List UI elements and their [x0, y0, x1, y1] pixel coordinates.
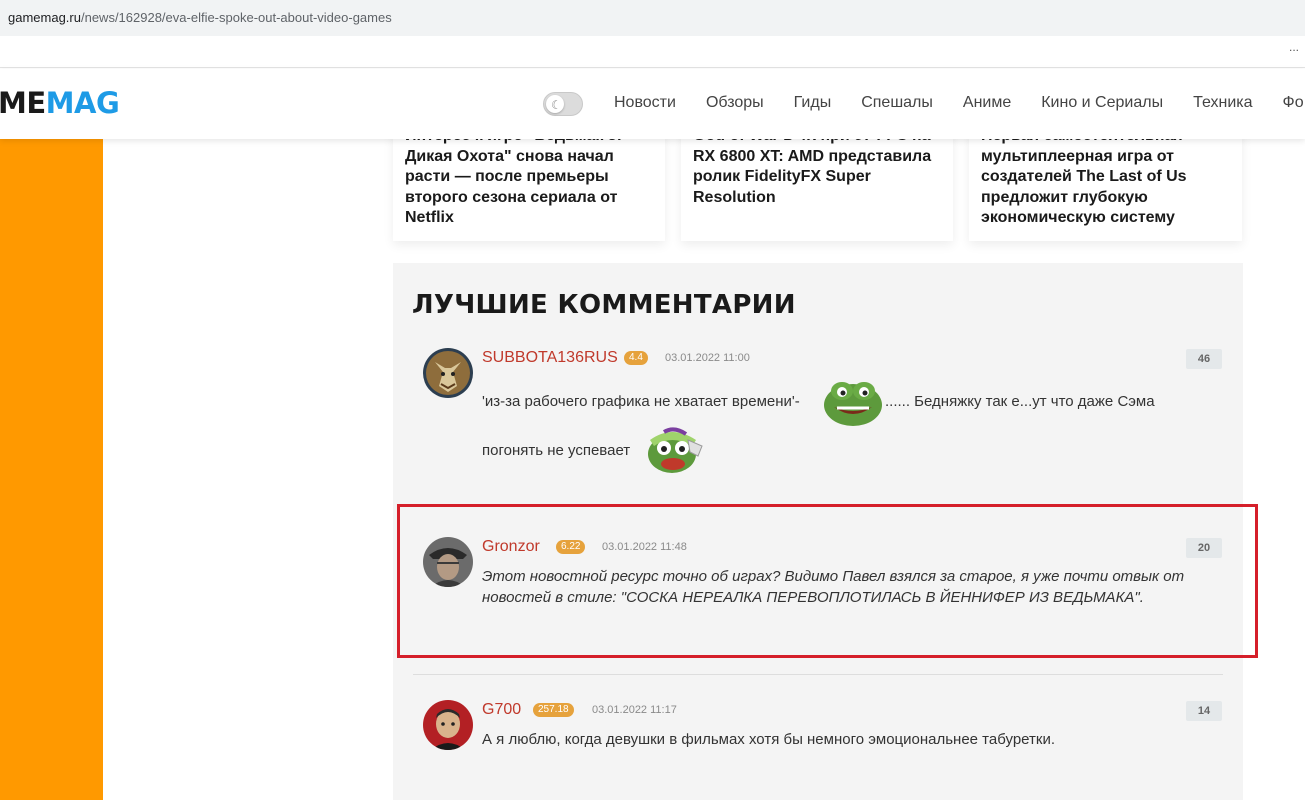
- best-comments-heading: ЛУЧШИЕ КОММЕНТАРИИ: [412, 290, 796, 320]
- comment-likes[interactable]: 14: [1186, 701, 1222, 721]
- pepe-joker-emoji: [644, 426, 706, 481]
- logo-dark-part: ME: [0, 86, 46, 120]
- comment-author[interactable]: G700: [482, 701, 521, 719]
- main-nav: Новости Обзоры Гиды Спешалы Аниме Кино и…: [614, 94, 1304, 112]
- nav-guides[interactable]: Гиды: [794, 94, 832, 112]
- nav-anime[interactable]: Аниме: [963, 94, 1011, 112]
- url-path: /news/162928/eva-elfie-spoke-out-about-v…: [80, 10, 392, 25]
- moon-icon: ☾: [551, 98, 562, 112]
- comment-text: 'из-за рабочего графика не хватает време…: [482, 393, 800, 410]
- article-title[interactable]: Первая самостоятельная мультиплеерная иг…: [981, 126, 1232, 229]
- toggle-knob: ☾: [546, 95, 564, 113]
- url-host: gamemag.ru: [8, 10, 81, 25]
- site-header: MEMAG ☾ Новости Обзоры Гиды Спешалы Аним…: [0, 69, 1305, 139]
- browser-address-bar[interactable]: gamemag.ru/news/162928/eva-elfie-spoke-o…: [0, 0, 1305, 36]
- comment-text: А я люблю, когда девушки в фильмах хотя …: [482, 731, 1055, 748]
- comment-author[interactable]: SUBBOTA136RUS: [482, 349, 618, 367]
- nav-movies-series[interactable]: Кино и Сериалы: [1041, 94, 1163, 112]
- browser-toolbar: ...: [0, 36, 1305, 68]
- comment-date: 03.01.2022 11:00: [665, 352, 750, 364]
- more-icon[interactable]: ...: [1289, 40, 1299, 54]
- site-logo[interactable]: MEMAG: [0, 86, 120, 120]
- nav-specials[interactable]: Спешалы: [861, 94, 933, 112]
- nav-news[interactable]: Новости: [614, 94, 676, 112]
- avatar[interactable]: [423, 700, 473, 750]
- author-rating-badge: 257.18: [533, 703, 574, 717]
- url-text[interactable]: gamemag.ru/news/162928/eva-elfie-spoke-o…: [8, 10, 392, 25]
- comment-text-continued: ...... Бедняжку так е...ут что даже Сэма: [885, 393, 1155, 410]
- comment-text-line2: погонять не успевает: [482, 442, 631, 459]
- theme-toggle[interactable]: ☾: [543, 92, 583, 116]
- avatar[interactable]: [423, 348, 473, 398]
- logo-blue-part: MAG: [45, 86, 120, 120]
- comment-date: 03.01.2022 11:17: [592, 704, 677, 716]
- pepe-frog-emoji: [822, 375, 884, 432]
- comment-likes[interactable]: 46: [1186, 349, 1222, 369]
- nav-reviews[interactable]: Обзоры: [706, 94, 764, 112]
- left-accent-bar: [0, 139, 103, 800]
- author-rating-badge: 4.4: [624, 351, 648, 365]
- article-title[interactable]: Интерес к игре "Ведьмак 3: Дикая Охота" …: [405, 126, 655, 229]
- highlight-box: [397, 504, 1258, 658]
- comment-divider: [413, 674, 1223, 675]
- nav-more-partial[interactable]: Фо: [1283, 94, 1304, 112]
- nav-tech[interactable]: Техника: [1193, 94, 1252, 112]
